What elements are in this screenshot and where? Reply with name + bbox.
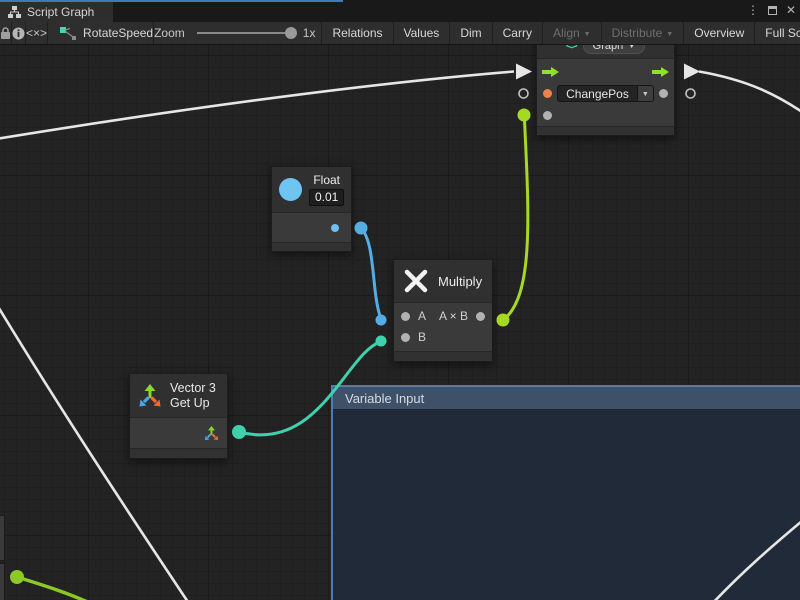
zoom-slider-handle[interactable] bbox=[285, 27, 297, 39]
graph-unit-node[interactable]: <> Graph ▼ ChangePos ▼ bbox=[536, 45, 675, 136]
vector3-icon bbox=[138, 384, 162, 408]
graph-unit-header: <> Graph ▼ bbox=[537, 45, 674, 59]
changepos-dropdown[interactable]: ChangePos ▼ bbox=[557, 85, 654, 102]
caret-down-icon: ▼ bbox=[584, 31, 591, 38]
float-literal-node[interactable]: Float 0.01 bbox=[271, 166, 352, 252]
graph-canvas[interactable]: <> Graph ▼ ChangePos ▼ bbox=[0, 45, 800, 600]
distribute-dropdown[interactable]: Distribute ▼ bbox=[602, 22, 685, 44]
lock-button[interactable] bbox=[0, 22, 12, 44]
lock-icon bbox=[0, 27, 11, 40]
variable-input-body bbox=[333, 409, 800, 600]
close-icon[interactable]: ✕ bbox=[786, 3, 796, 17]
caret-down-icon: ▼ bbox=[642, 91, 649, 98]
variable-input-title: Variable Input bbox=[345, 391, 424, 406]
graph-header-dropdown[interactable]: Graph ▼ bbox=[583, 45, 646, 54]
node-footer bbox=[394, 351, 492, 361]
graph-toolbar: <×> RotateSpeed Zoom 1x Relations Values… bbox=[0, 22, 800, 45]
port-b-label: B bbox=[418, 330, 426, 344]
value-input-port-2[interactable] bbox=[543, 111, 552, 120]
float-value-field[interactable]: 0.01 bbox=[309, 189, 344, 206]
offscreen-node-partial[interactable] bbox=[0, 563, 5, 600]
dim-button[interactable]: Dim bbox=[450, 22, 492, 44]
multiply-input-b-port[interactable] bbox=[401, 333, 410, 342]
vector3-get-up-node[interactable]: Vector 3 Get Up bbox=[129, 373, 228, 459]
caret-down-icon: ▼ bbox=[666, 31, 673, 38]
value-input-port[interactable] bbox=[543, 89, 552, 98]
node-footer bbox=[130, 448, 227, 458]
graph-breadcrumb[interactable]: RotateSpeed bbox=[48, 22, 154, 44]
zoom-slider[interactable] bbox=[197, 32, 291, 34]
window-menu-icon[interactable]: ⋮ bbox=[747, 3, 759, 17]
multiply-input-a-port[interactable] bbox=[401, 312, 410, 321]
full-screen-button[interactable]: Full Screen bbox=[755, 22, 800, 44]
code-icon: <×> bbox=[26, 26, 47, 40]
zoom-control: Zoom 1x bbox=[154, 22, 322, 44]
code-view-button[interactable]: <×> bbox=[26, 22, 48, 44]
tab-script-graph[interactable]: Script Graph bbox=[0, 2, 113, 22]
vector3-output-port[interactable] bbox=[204, 426, 219, 441]
vector3-header: Vector 3 Get Up bbox=[130, 374, 227, 418]
multiply-output-port[interactable] bbox=[476, 312, 485, 321]
info-button[interactable] bbox=[12, 22, 26, 44]
offscreen-node-partial[interactable] bbox=[0, 515, 5, 561]
carry-button[interactable]: Carry bbox=[493, 22, 543, 44]
node-footer bbox=[272, 242, 351, 251]
caret-down-icon: ▼ bbox=[628, 45, 635, 50]
multiply-node[interactable]: Multiply A A × B B bbox=[393, 259, 493, 362]
float-header: Float 0.01 bbox=[272, 167, 351, 213]
float-type-icon bbox=[279, 178, 302, 201]
changepos-value: ChangePos bbox=[557, 85, 637, 102]
float-body bbox=[272, 213, 351, 242]
multiply-icon bbox=[403, 268, 429, 294]
flow-input-port[interactable] bbox=[542, 66, 559, 78]
graph-node-icon bbox=[60, 27, 76, 40]
relations-button[interactable]: Relations bbox=[322, 22, 393, 44]
tab-title: Script Graph bbox=[27, 5, 94, 19]
maximize-icon[interactable] bbox=[768, 6, 777, 15]
float-output-port[interactable] bbox=[331, 224, 339, 232]
values-button[interactable]: Values bbox=[394, 22, 451, 44]
port-result-label: A × B bbox=[439, 309, 468, 323]
node-footer bbox=[537, 126, 674, 135]
vector3-body bbox=[130, 418, 227, 448]
multiply-title: Multiply bbox=[438, 274, 482, 289]
subgraph-icon: <> bbox=[566, 45, 577, 52]
zoom-label: Zoom bbox=[154, 26, 185, 40]
overview-button[interactable]: Overview bbox=[684, 22, 755, 44]
align-dropdown[interactable]: Align ▼ bbox=[543, 22, 602, 44]
value-output-port[interactable] bbox=[659, 89, 668, 98]
tab-bar: Script Graph ⋮ ✕ bbox=[0, 0, 800, 22]
script-graph-icon bbox=[8, 6, 21, 18]
graph-name: RotateSpeed bbox=[83, 26, 153, 40]
variable-input-panel[interactable]: Variable Input bbox=[331, 385, 800, 600]
info-icon bbox=[12, 27, 25, 40]
vector3-operation-label: Get Up bbox=[170, 396, 216, 411]
zoom-value: 1x bbox=[303, 26, 316, 40]
multiply-header: Multiply bbox=[394, 260, 492, 303]
port-a-label: A bbox=[418, 309, 426, 323]
vector3-type-label: Vector 3 bbox=[170, 381, 216, 396]
script-graph-window: Script Graph ⋮ ✕ <×> bbox=[0, 0, 800, 600]
variable-input-titlebar[interactable]: Variable Input bbox=[333, 386, 800, 409]
flow-output-port[interactable] bbox=[652, 66, 669, 78]
float-title: Float bbox=[313, 173, 340, 187]
